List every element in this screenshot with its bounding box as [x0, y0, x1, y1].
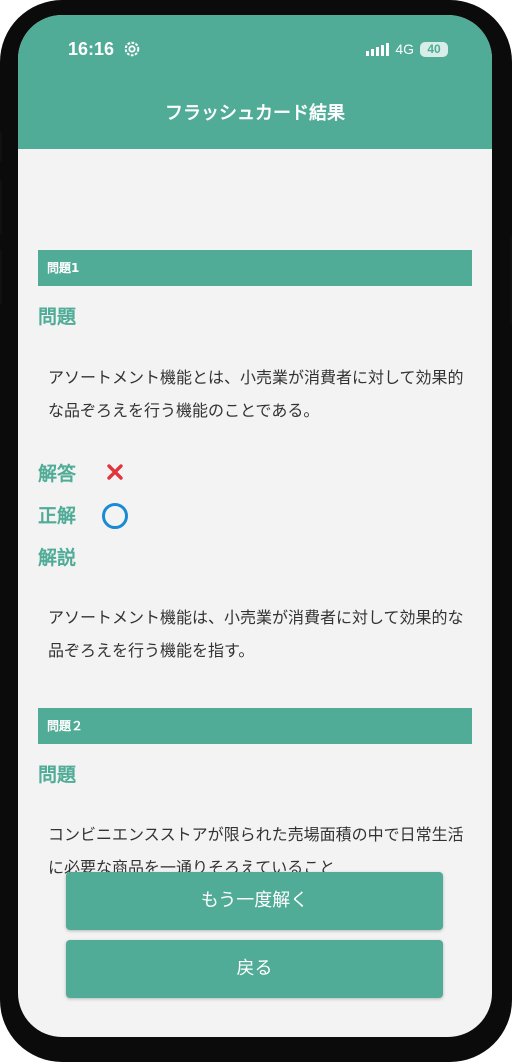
- app-screen: 16:16 4G 40 フラッシュカード結果 問題1 問題 アソートメント機能と…: [18, 15, 492, 1037]
- explanation-text: アソートメント機能は、小売業が消費者に対して効果的な品ぞろえを行う機能を指す。: [48, 608, 464, 660]
- back-button[interactable]: 戻る: [66, 940, 443, 998]
- answer-label: 解答: [38, 463, 77, 485]
- battery-icon: 40: [420, 41, 448, 57]
- question-text: アソートメント機能とは、小売業が消費者に対して効果的な品ぞろえを行う機能のことで…: [48, 368, 464, 420]
- correct-label: 正解: [38, 505, 77, 527]
- retry-button[interactable]: もう一度解く: [66, 872, 443, 930]
- question-number-bar: 問題1: [38, 250, 472, 286]
- side-button: [0, 250, 2, 305]
- question-number-bar: 問題２: [38, 708, 472, 744]
- status-time: 16:16: [68, 39, 115, 59]
- side-button: [0, 132, 2, 162]
- question-heading: 問題: [38, 764, 77, 786]
- side-button: [0, 180, 2, 235]
- network-type: 4G: [395, 41, 414, 57]
- correct-circle-icon: [102, 503, 128, 529]
- app-header: 16:16 4G 40 フラッシュカード結果: [18, 15, 492, 149]
- phone-frame: 16:16 4G 40 フラッシュカード結果 問題1 問題 アソートメント機能と…: [0, 0, 512, 1062]
- page-title: フラッシュカード結果: [165, 103, 345, 124]
- question-heading: 問題: [38, 306, 77, 328]
- signal-icon: [366, 42, 390, 56]
- status-indicators: 4G 40: [366, 41, 448, 57]
- explanation-label: 解説: [38, 547, 77, 569]
- wrong-cross-icon: [107, 464, 123, 480]
- settings-gear-icon: [124, 41, 140, 57]
